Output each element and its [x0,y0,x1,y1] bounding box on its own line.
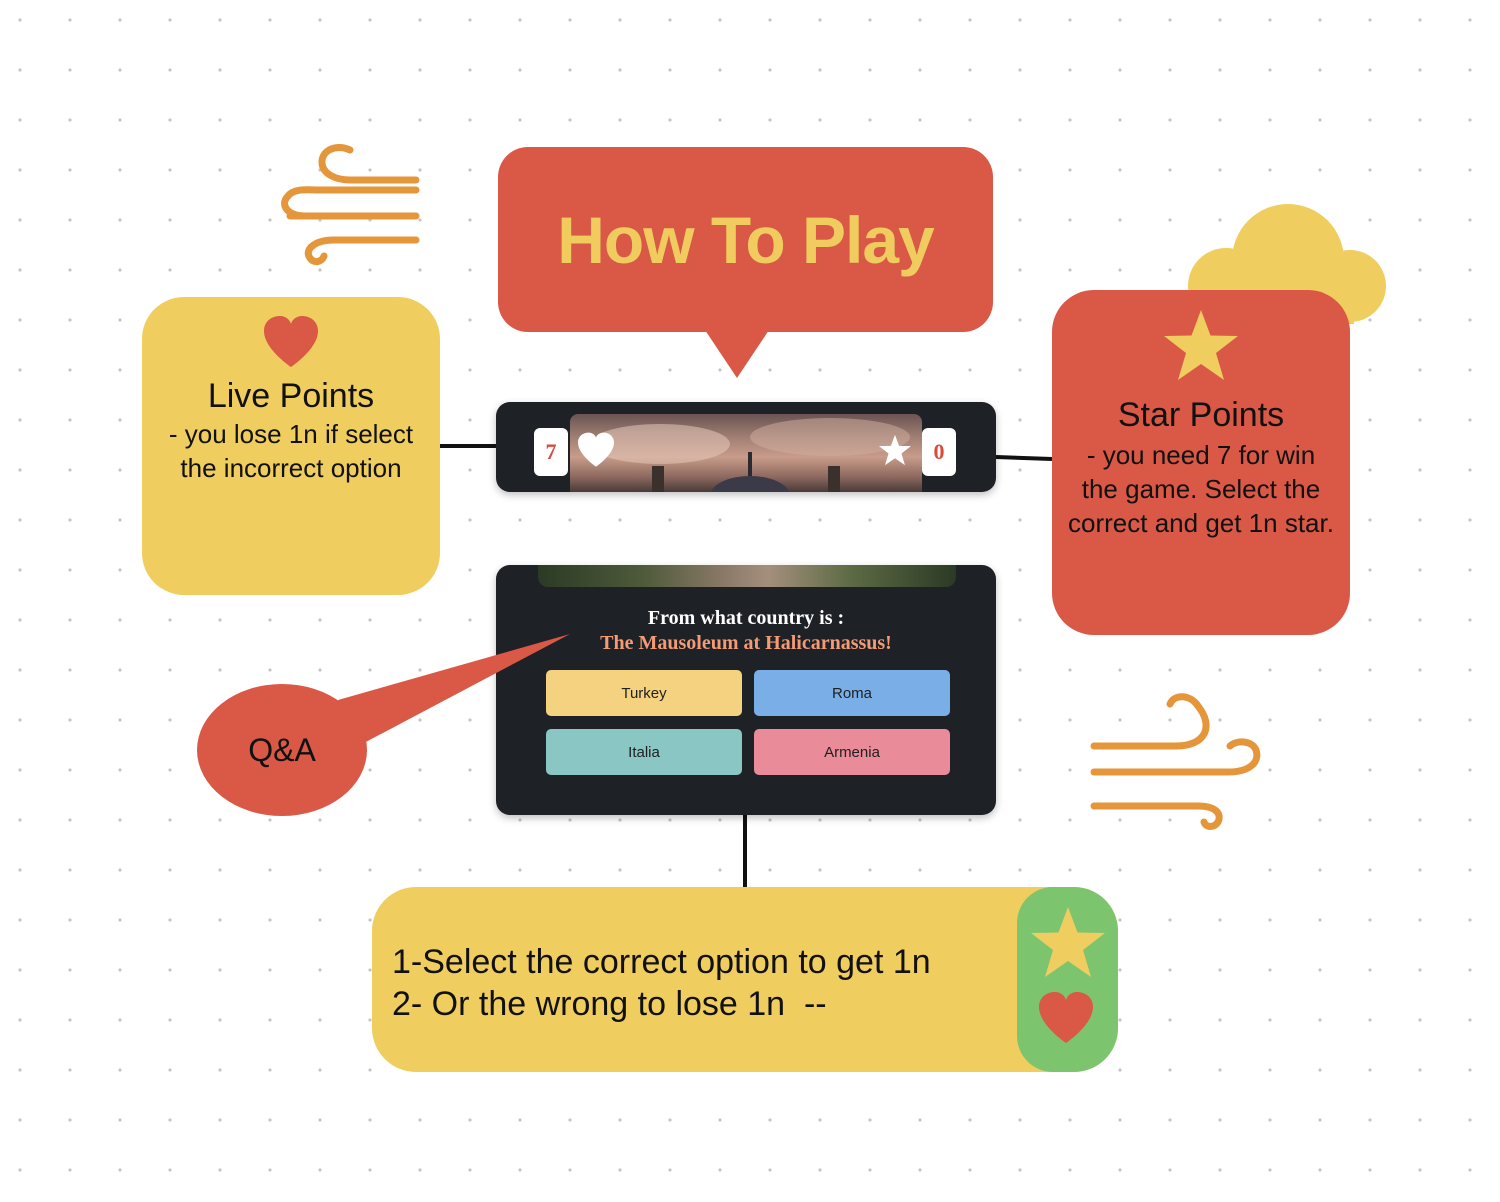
star-points-card: Star Points - you need 7 for win the gam… [1052,290,1350,635]
title-bubble: How To Play [498,147,993,332]
wind-icon [281,144,420,266]
connector-line [440,444,498,448]
star-icon [879,434,911,466]
heart-icon [264,316,318,367]
heart-icon [1039,992,1093,1043]
quiz-question: From what country is : [647,607,845,629]
header-background-image [570,414,922,492]
qa-label: Q&A [248,731,316,768]
instructions-card: 1-Select the correct option to get 1n 2-… [372,887,1118,1072]
qa-bubble: Q&A [197,684,367,816]
star-icon [1031,907,1105,977]
page-title: How To Play [557,202,934,277]
answer-option-turkey[interactable]: Turkey [546,670,742,716]
live-points-title: Live Points [207,377,375,415]
star-points-description: - you need 7 for win the game. Select th… [1068,440,1334,538]
title-bubble-tail [705,330,769,378]
star-points-title: Star Points [1117,396,1285,434]
connector-line [743,815,747,887]
answer-option-roma[interactable]: Roma [754,670,950,716]
game-header-preview: 7 0 [496,402,996,492]
live-points-card: Live Points - you lose 1n if select the … [142,297,440,595]
instruction-line-2: 2- Or the wrong to lose 1n -- [392,985,827,1023]
star-icon [1164,310,1238,380]
legend-strip [1017,887,1118,1072]
answer-option-italia[interactable]: Italia [546,729,742,775]
quiz-image-strip [538,565,956,587]
stars-counter: 0 [922,428,956,476]
quiz-panel-preview: From what country is : The Mausoleum at … [496,565,996,815]
heart-icon [578,432,614,467]
connector-line [995,455,1053,461]
wind-icon [1090,693,1261,830]
lives-counter: 7 [534,428,568,476]
answer-option-armenia[interactable]: Armenia [754,729,950,775]
instruction-line-1: 1-Select the correct option to get 1n [392,943,931,981]
live-points-description: - you lose 1n if select the incorrect op… [168,419,414,483]
quiz-subject: The Mausoleum at Halicarnassus! [600,632,892,654]
